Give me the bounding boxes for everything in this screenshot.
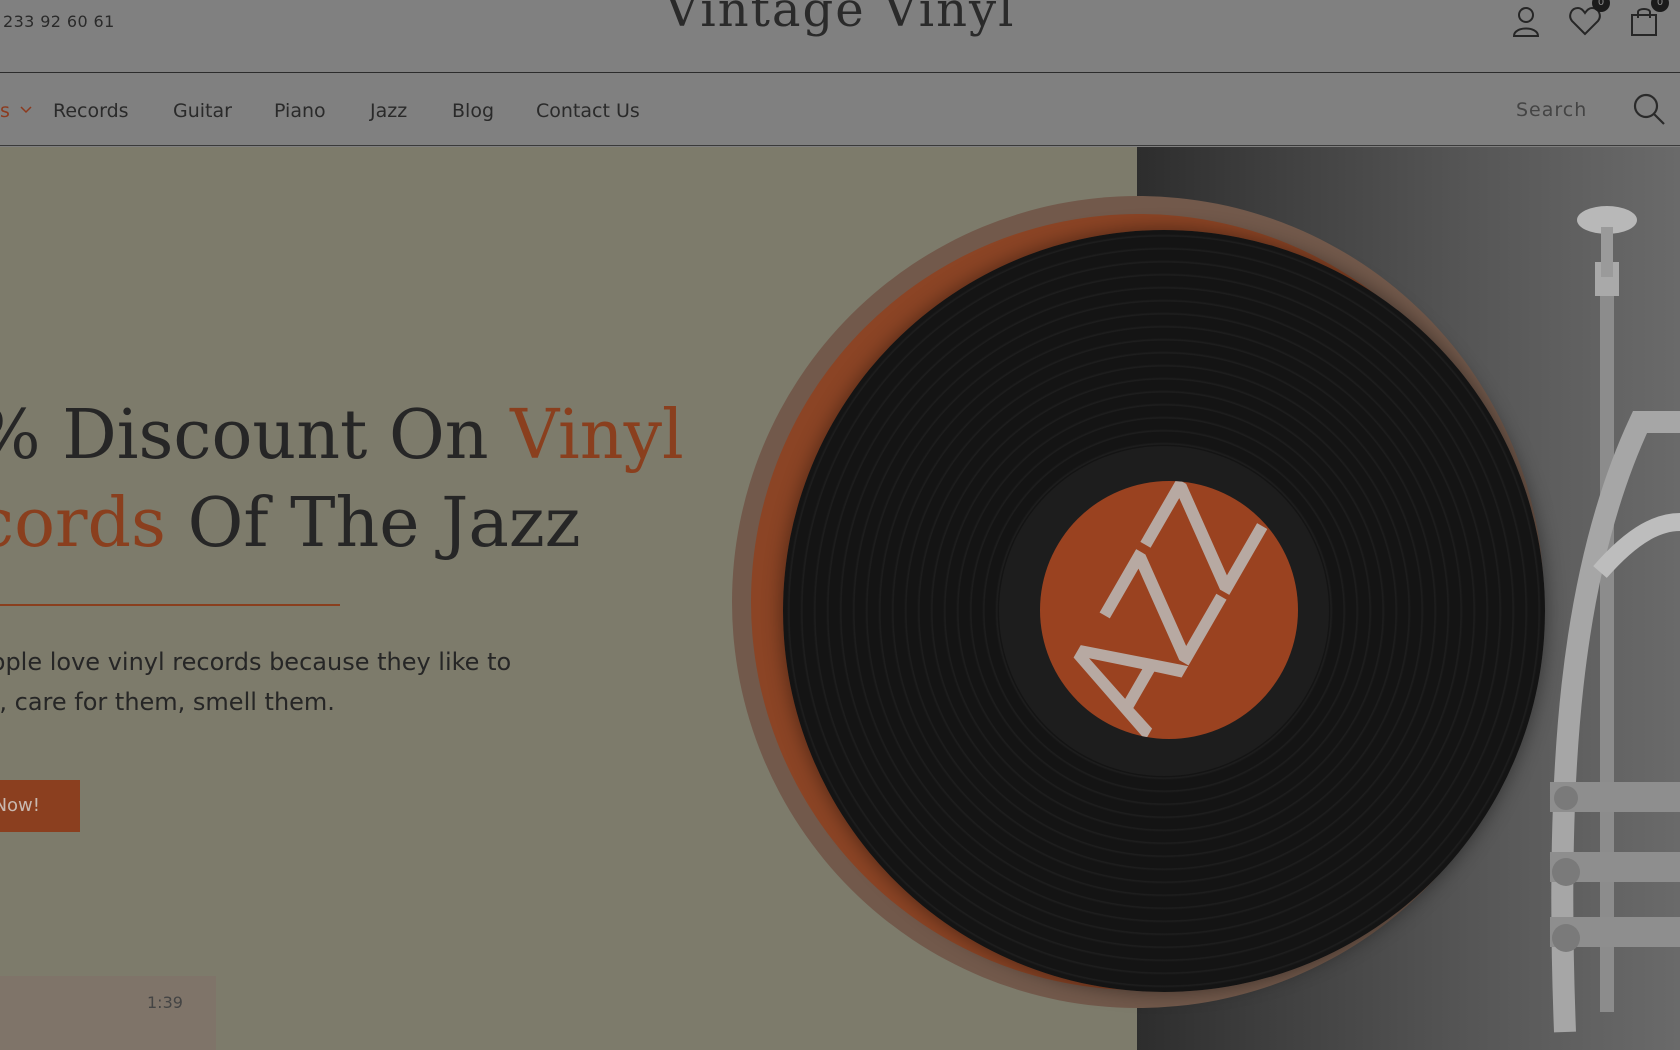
chevron-down-icon <box>20 106 32 114</box>
search-input[interactable]: Search <box>1516 99 1587 121</box>
nav-item-contact-us[interactable]: Contact Us <box>536 100 640 122</box>
main-nav: s Records Guitar Piano Jazz Blog Contact… <box>0 73 1680 146</box>
headline-part: % Discount On <box>0 396 511 475</box>
hero-description: eople love vinyl records because they li… <box>0 642 511 722</box>
cart-icon[interactable]: 0 <box>1627 0 1669 38</box>
nav-item-partial[interactable]: s <box>0 100 10 122</box>
vinyl-label: JAZZ <box>1040 481 1298 739</box>
hero-section: JAZZ % Discount On Vinyl cords Of The Ja… <box>0 147 1680 1050</box>
headline-divider <box>0 604 340 606</box>
description-line: eople love vinyl records because they li… <box>0 648 512 676</box>
headline-accent: Vinyl <box>510 396 684 475</box>
description-line: m, care for them, smell them. <box>0 688 335 716</box>
vinyl-label-text: JAZZ <box>1040 481 1297 739</box>
nav-item-blog[interactable]: Blog <box>452 100 494 122</box>
account-icon[interactable] <box>1509 4 1543 38</box>
nav-item-guitar[interactable]: Guitar <box>173 100 232 122</box>
nav-item-piano[interactable]: Piano <box>274 100 326 122</box>
nav-item-jazz[interactable]: Jazz <box>370 100 407 122</box>
nav-item-records[interactable]: Records <box>53 100 129 122</box>
site-logo[interactable]: Vintage Vinyl <box>0 0 1680 38</box>
search-icon[interactable] <box>1632 92 1666 126</box>
top-bar: 233 92 60 61 Vintage Vinyl 0 0 <box>0 0 1680 73</box>
hero-headline: % Discount On Vinyl cords Of The Jazz <box>0 392 684 568</box>
wishlist-icon[interactable]: 0 <box>1568 0 1610 38</box>
audio-player: 1:39 <box>0 976 216 1050</box>
headline-part: Of The Jazz <box>165 484 581 563</box>
headline-accent: cords <box>0 484 166 563</box>
shop-now-button[interactable]: Now! <box>0 780 80 832</box>
player-time: 1:39 <box>147 993 183 1012</box>
